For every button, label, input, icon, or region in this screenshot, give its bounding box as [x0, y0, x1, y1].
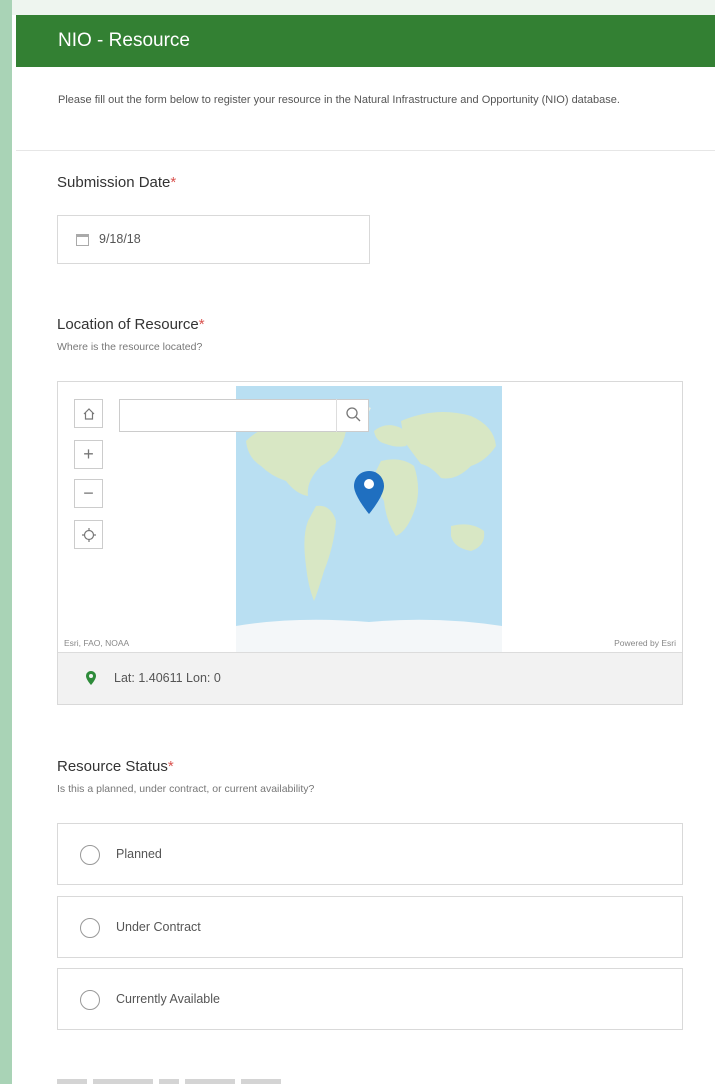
- location-pin-icon: [86, 671, 96, 685]
- form-header: NIO - Resource: [16, 15, 715, 67]
- map-search-input[interactable]: [119, 399, 369, 432]
- powered-by-esri[interactable]: Powered by Esri: [614, 638, 676, 648]
- form-description: Please fill out the form below to regist…: [16, 67, 715, 151]
- location-label: Location of Resource*: [57, 316, 205, 333]
- resource-status-label: Resource Status*: [57, 758, 174, 775]
- map-canvas[interactable]: + − Esri, FAO, NOAA Powered by Esri: [58, 382, 682, 652]
- radio-option-planned[interactable]: Planned: [57, 823, 683, 885]
- submission-date-label-text: Submission Date: [57, 174, 171, 191]
- radio-option-label: Currently Available: [116, 992, 220, 1006]
- radio-option-under-contract[interactable]: Under Contract: [57, 896, 683, 958]
- required-mark: *: [167, 758, 174, 775]
- radio-circle-icon[interactable]: [80, 918, 100, 938]
- coordinates-value: Lat: 1.40611 Lon: 0: [114, 671, 221, 685]
- form-title: NIO - Resource: [58, 30, 190, 51]
- resource-status-description: Is this a planned, under contract, or cu…: [57, 783, 315, 795]
- radio-option-label: Planned: [116, 847, 162, 861]
- required-mark: *: [170, 174, 177, 191]
- next-question-title-cutoff: [57, 1074, 357, 1084]
- required-mark: *: [198, 316, 205, 333]
- top-strip: [12, 0, 715, 15]
- form-description-text: Please fill out the form below to regist…: [58, 94, 620, 106]
- location-map-widget: + − Esri, FAO, NOAA Powered by Esri Lat:…: [57, 381, 683, 705]
- home-icon[interactable]: [74, 399, 103, 428]
- submission-date-label: Submission Date*: [57, 174, 176, 191]
- search-icon[interactable]: [336, 399, 369, 432]
- left-accent-bar: [0, 0, 12, 1084]
- zoom-out-icon[interactable]: −: [74, 479, 103, 508]
- radio-circle-icon[interactable]: [80, 990, 100, 1010]
- resource-status-label-text: Resource Status: [57, 758, 168, 775]
- locate-icon[interactable]: [74, 520, 103, 549]
- map-attribution: Esri, FAO, NOAA: [64, 638, 130, 648]
- submission-date-value: 9/18/18: [99, 232, 141, 246]
- location-label-text: Location of Resource: [57, 316, 199, 333]
- coordinates-bar: Lat: 1.40611 Lon: 0: [58, 652, 682, 704]
- radio-option-label: Under Contract: [116, 920, 201, 934]
- radio-circle-icon[interactable]: [80, 845, 100, 865]
- calendar-icon: [76, 234, 89, 246]
- zoom-in-icon[interactable]: +: [74, 440, 103, 469]
- radio-option-currently-available[interactable]: Currently Available: [57, 968, 683, 1030]
- submission-date-field[interactable]: 9/18/18: [57, 215, 370, 264]
- location-description: Where is the resource located?: [57, 341, 203, 353]
